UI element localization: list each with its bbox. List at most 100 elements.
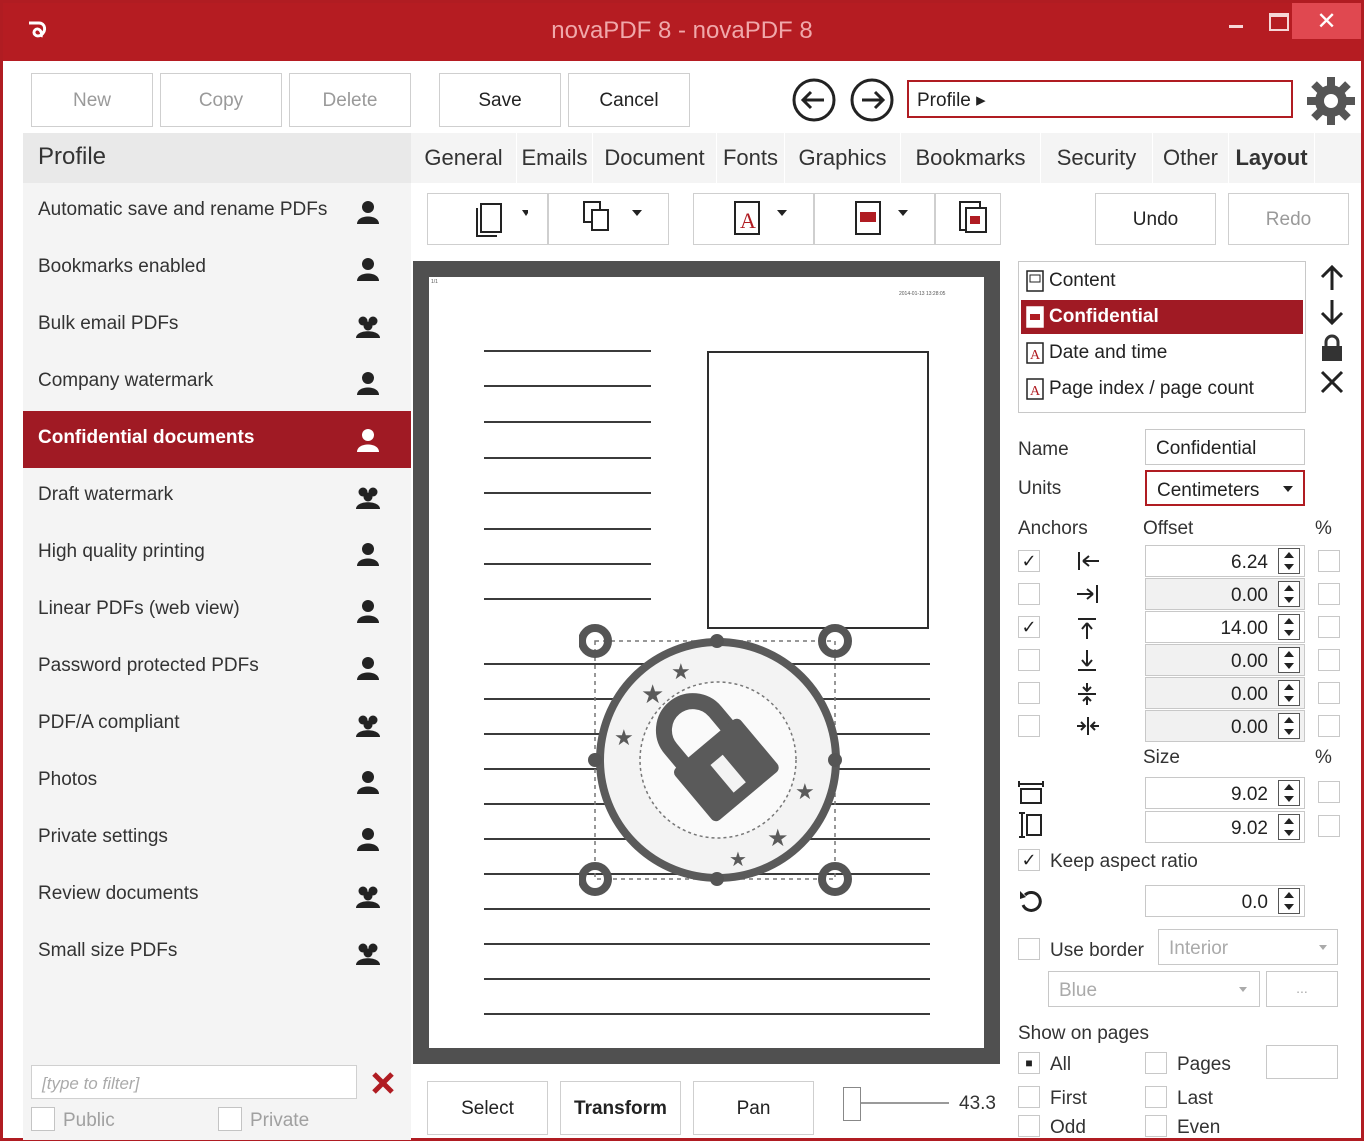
width-percent-checkbox[interactable] (1318, 781, 1340, 803)
last-page-checkbox[interactable] (1145, 1086, 1167, 1108)
offset-input[interactable]: 6.24 (1145, 545, 1305, 577)
height-input[interactable]: 9.02 (1145, 811, 1305, 843)
profile-item[interactable]: Automatic save and rename PDFs (23, 183, 411, 240)
select-button[interactable]: Select (427, 1081, 548, 1135)
profile-item[interactable]: Private settings (23, 810, 411, 867)
anchor-checkbox[interactable] (1018, 649, 1040, 671)
layer-item[interactable]: Content (1021, 264, 1303, 298)
offset-percent-checkbox[interactable] (1318, 583, 1340, 605)
tab-general[interactable]: General (411, 133, 517, 183)
height-spinner[interactable] (1278, 814, 1300, 840)
even-pages-checkbox[interactable] (1145, 1115, 1167, 1137)
units-select[interactable]: Centimeters (1145, 470, 1305, 506)
copy-button[interactable]: Copy (160, 73, 282, 127)
rotation-spinner[interactable] (1278, 888, 1300, 914)
confidential-stamp[interactable]: ★ ★ ★ ★ ★ ★ (579, 621, 879, 921)
save-button[interactable]: Save (439, 73, 561, 127)
offset-percent-checkbox[interactable] (1318, 682, 1340, 704)
profile-item[interactable]: Photos (23, 753, 411, 810)
width-spinner[interactable] (1278, 780, 1300, 806)
anchor-checkbox[interactable]: ✓ (1018, 616, 1040, 638)
back-arrow-icon[interactable] (791, 77, 837, 123)
move-up-icon[interactable] (1317, 263, 1347, 293)
offset-percent-checkbox[interactable] (1318, 616, 1340, 638)
layer-item[interactable]: A Page index / page count (1021, 372, 1303, 406)
offset-input[interactable]: 0.00 (1145, 710, 1305, 742)
profile-item[interactable]: Company watermark (23, 354, 411, 411)
tab-emails[interactable]: Emails (517, 133, 593, 183)
offset-spinner[interactable] (1278, 614, 1300, 640)
profile-item[interactable]: PDF/A compliant (23, 696, 411, 753)
offset-percent-checkbox[interactable] (1318, 550, 1340, 572)
profile-item[interactable]: Bulk email PDFs (23, 297, 411, 354)
profile-item[interactable]: Draft watermark (23, 468, 411, 525)
filter-input[interactable]: [type to filter] (31, 1065, 357, 1099)
delete-button[interactable]: Delete (289, 73, 411, 127)
profile-item[interactable]: Password protected PDFs (23, 639, 411, 696)
move-down-icon[interactable] (1317, 297, 1347, 327)
profile-item[interactable]: Linear PDFs (web view) (23, 582, 411, 639)
private-checkbox[interactable] (218, 1107, 242, 1131)
add-image-watermark-button[interactable] (814, 193, 935, 245)
zoom-slider[interactable] (849, 1102, 949, 1104)
offset-percent-checkbox[interactable] (1318, 715, 1340, 737)
tab-layout[interactable]: Layout (1229, 133, 1315, 183)
tab-document[interactable]: Document (593, 133, 717, 183)
tab-graphics[interactable]: Graphics (785, 133, 901, 183)
add-text-watermark-button[interactable]: A (693, 193, 814, 245)
tab-security[interactable]: Security (1041, 133, 1153, 183)
tab-fonts[interactable]: Fonts (717, 133, 785, 183)
minimize-button[interactable] (1211, 3, 1259, 39)
offset-spinner[interactable] (1278, 647, 1300, 673)
profile-item[interactable]: Confidential documents (23, 411, 411, 468)
forward-arrow-icon[interactable] (849, 77, 895, 123)
transform-button[interactable]: Transform (560, 1081, 681, 1135)
lock-layer-icon[interactable] (1319, 333, 1345, 363)
gear-icon[interactable] (1305, 75, 1357, 127)
width-input[interactable]: 9.02 (1145, 777, 1305, 809)
new-button[interactable]: New (31, 73, 153, 127)
offset-spinner[interactable] (1278, 548, 1300, 574)
offset-input[interactable]: 0.00 (1145, 644, 1305, 676)
first-page-checkbox[interactable] (1018, 1086, 1040, 1108)
anchor-checkbox[interactable] (1018, 682, 1040, 704)
offset-percent-checkbox[interactable] (1318, 649, 1340, 671)
pages-input[interactable] (1266, 1045, 1338, 1079)
clear-filter-icon[interactable] (369, 1069, 397, 1097)
copy-page-button[interactable] (548, 193, 669, 245)
offset-spinner[interactable] (1278, 680, 1300, 706)
rotation-input[interactable]: 0.0 (1145, 885, 1305, 917)
redo-button[interactable]: Redo (1228, 193, 1349, 245)
close-button[interactable]: ✕ (1292, 3, 1361, 39)
anchor-checkbox[interactable]: ✓ (1018, 550, 1040, 572)
page-size-button[interactable] (427, 193, 548, 245)
layer-item[interactable]: A Date and time (1021, 336, 1303, 370)
all-pages-radio[interactable]: ■ (1018, 1052, 1040, 1074)
odd-pages-checkbox[interactable] (1018, 1115, 1040, 1137)
profile-item[interactable]: High quality printing (23, 525, 411, 582)
tab-bookmarks[interactable]: Bookmarks (901, 133, 1041, 183)
tab-other[interactable]: Other (1153, 133, 1229, 183)
anchor-checkbox[interactable] (1018, 715, 1040, 737)
offset-input[interactable]: 0.00 (1145, 677, 1305, 709)
layer-item[interactable]: Confidential (1021, 300, 1303, 334)
use-border-checkbox[interactable] (1018, 938, 1040, 960)
offset-input[interactable]: 0.00 (1145, 578, 1305, 610)
offset-input[interactable]: 14.00 (1145, 611, 1305, 643)
add-pdf-overlay-button[interactable] (935, 193, 1001, 245)
profile-item[interactable]: Review documents (23, 867, 411, 924)
keep-aspect-checkbox[interactable]: ✓ (1018, 849, 1040, 871)
cancel-button[interactable]: Cancel (568, 73, 690, 127)
pages-radio[interactable] (1145, 1052, 1167, 1074)
breadcrumb[interactable]: Profile ▸ (907, 80, 1293, 118)
zoom-slider-thumb[interactable] (843, 1087, 861, 1121)
border-more-button[interactable]: ... (1266, 971, 1338, 1007)
pan-button[interactable]: Pan (693, 1081, 814, 1135)
preview-canvas[interactable]: 1/1 2014-01-13 13:28:05 ★ ★ ★ ★ ★ ★ (413, 261, 1000, 1064)
border-type-select[interactable]: Interior (1158, 929, 1338, 965)
offset-spinner[interactable] (1278, 581, 1300, 607)
anchor-checkbox[interactable] (1018, 583, 1040, 605)
public-checkbox[interactable] (31, 1107, 55, 1131)
profile-item[interactable]: Bookmarks enabled (23, 240, 411, 297)
delete-layer-icon[interactable] (1319, 369, 1345, 395)
